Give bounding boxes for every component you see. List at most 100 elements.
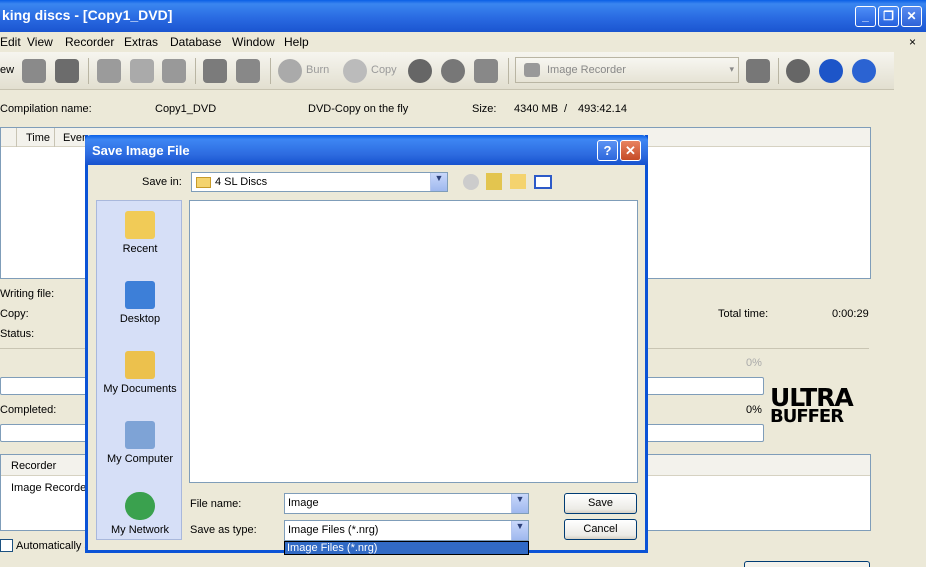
edit-icon[interactable]	[203, 59, 227, 83]
close-button[interactable]: ✕	[901, 6, 922, 27]
place-my-documents[interactable]: My Documents	[97, 351, 183, 395]
help-button[interactable]: ?	[597, 140, 618, 161]
menu-database[interactable]: Database	[170, 35, 221, 49]
copy-button-label[interactable]: Copy	[371, 64, 397, 76]
progress2-percent: 0%	[746, 404, 762, 416]
save-in-select[interactable]: 4 SL Discs ▼	[191, 172, 448, 192]
save-icon[interactable]	[55, 59, 79, 83]
up-folder-icon[interactable]	[486, 173, 502, 190]
folder-icon[interactable]	[474, 59, 498, 83]
file-name-label: File name:	[190, 498, 242, 510]
cancel-button[interactable]: Cancel	[564, 519, 637, 540]
dialog-title-bar[interactable]: Save Image File ? ✕	[85, 135, 648, 165]
status-label: Status:	[0, 328, 35, 340]
save-in-value: 4 SL Discs	[215, 176, 268, 188]
desktop-icon	[125, 281, 155, 309]
writing-file-label: Writing file:	[0, 288, 55, 300]
recorder-select[interactable]: Image Recorder ▾	[515, 57, 739, 83]
recent-folder-icon	[125, 211, 155, 239]
compilation-value: Copy1_DVD	[155, 103, 217, 115]
recorder-col[interactable]: Recorder	[11, 460, 56, 472]
maximize-button[interactable]: ❐	[878, 6, 899, 27]
burn-icon[interactable]	[278, 59, 302, 83]
cut-icon[interactable]	[97, 59, 121, 83]
total-time-value: 0:00:29	[832, 308, 869, 320]
dialog-close-button[interactable]: ✕	[620, 140, 641, 161]
menu-view[interactable]: View	[27, 35, 53, 49]
save-as-type-label: Save as type:	[190, 524, 257, 536]
menu-extras[interactable]: Extras	[124, 35, 158, 49]
minimize-button[interactable]: _	[855, 6, 876, 27]
my-documents-icon	[125, 351, 155, 379]
recorder-icon[interactable]	[746, 59, 770, 83]
help-icon[interactable]	[852, 59, 876, 83]
eject-icon[interactable]	[441, 59, 465, 83]
burn-button-label[interactable]: Burn	[306, 64, 329, 76]
place-my-network-label: My Network	[110, 524, 170, 536]
copy-icon[interactable]	[130, 59, 154, 83]
menu-bar: Edit View Recorder Extras Database Windo…	[0, 32, 926, 52]
chevron-down-icon: ▾	[729, 64, 734, 74]
recorder-select-value: Image Recorder	[547, 64, 626, 76]
window-title: king discs - [Copy1_DVD]	[2, 7, 173, 23]
file-name-value: Image	[288, 497, 319, 509]
toolbar: ew Burn Copy	[0, 52, 894, 90]
copy-disc-icon[interactable]	[343, 59, 367, 83]
paste-icon[interactable]	[162, 59, 186, 83]
place-my-documents-label: My Documents	[103, 383, 177, 395]
menu-edit[interactable]: Edit	[0, 35, 21, 49]
place-desktop[interactable]: Desktop	[97, 281, 183, 325]
auto-checkbox-label: Automatically s	[16, 540, 90, 552]
new-label[interactable]: ew	[0, 64, 14, 76]
properties-icon[interactable]	[236, 59, 260, 83]
save-as-type-value: Image Files (*.nrg)	[288, 524, 379, 536]
close-icon[interactable]: ×	[909, 35, 916, 49]
place-recent[interactable]: Recent	[97, 211, 183, 255]
toolbar-separator	[778, 58, 779, 84]
column-divider	[54, 128, 55, 147]
dialog-title: Save Image File	[92, 143, 190, 158]
views-menu-icon[interactable]	[534, 175, 552, 189]
dropdown-option[interactable]: Image Files (*.nrg)	[284, 541, 529, 555]
logo-line2: BUFFER	[770, 406, 844, 427]
back-icon[interactable]	[463, 174, 479, 190]
recorder-select-icon	[524, 63, 540, 77]
file-name-input[interactable]: Image ▼	[284, 493, 529, 514]
recorder-row[interactable]: Image Recorder	[11, 482, 90, 494]
main-title-bar[interactable]: king discs - [Copy1_DVD] _ ❐ ✕	[0, 0, 926, 32]
info-circle-icon[interactable]	[819, 59, 843, 83]
disc-icon[interactable]	[786, 59, 810, 83]
toolbar-separator	[508, 58, 509, 84]
size-label: Size:	[472, 103, 497, 115]
new-folder-icon[interactable]	[510, 174, 526, 189]
ultrabuffer-logo: ULTRA BUFFER	[770, 385, 870, 427]
my-computer-icon	[125, 421, 155, 449]
save-button[interactable]: Save	[564, 493, 637, 514]
chevron-down-icon[interactable]: ▼	[430, 173, 447, 191]
auto-checkbox[interactable]	[0, 539, 13, 552]
place-recent-label: Recent	[122, 243, 158, 255]
place-my-computer[interactable]: My Computer	[97, 421, 183, 465]
save-in-label: Save in:	[142, 176, 182, 188]
file-list[interactable]	[189, 200, 638, 483]
mode-label: DVD-Copy on the fly	[308, 103, 409, 115]
menu-window[interactable]: Window	[232, 35, 275, 49]
log-col-time[interactable]: Time	[26, 132, 50, 144]
toolbar-separator	[195, 58, 196, 84]
my-network-icon	[125, 492, 155, 520]
total-time-label: Total time:	[718, 308, 769, 320]
hidden-button[interactable]	[744, 561, 870, 567]
copy-status-label: Copy:	[0, 308, 29, 320]
place-my-network[interactable]: My Network	[97, 492, 183, 536]
open-icon[interactable]	[22, 59, 46, 83]
menu-help[interactable]: Help	[284, 35, 309, 49]
size-time: 493:42.14	[578, 103, 627, 115]
info-icon[interactable]	[408, 59, 432, 83]
column-divider	[16, 128, 17, 147]
chevron-down-icon[interactable]: ▼	[511, 521, 528, 540]
progress1-percent: 0%	[746, 357, 762, 369]
chevron-down-icon[interactable]: ▼	[511, 494, 528, 513]
toolbar-separator	[88, 58, 89, 84]
menu-recorder[interactable]: Recorder	[65, 35, 114, 49]
save-as-type-select[interactable]: Image Files (*.nrg) ▼	[284, 520, 529, 541]
